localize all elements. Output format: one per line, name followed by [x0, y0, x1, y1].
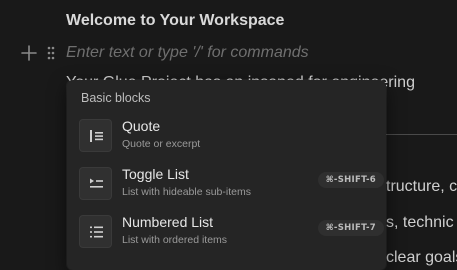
background-text-line: tructure, c	[386, 178, 457, 195]
menu-item-toggle-list[interactable]: Toggle List List with hideable sub-items…	[77, 164, 384, 208]
menu-item-label: Toggle List	[122, 166, 189, 182]
menu-item-quote[interactable]: Quote Quote or excerpt	[77, 116, 377, 160]
quote-icon	[79, 119, 112, 152]
background-text-line: s, technic	[386, 214, 454, 231]
menu-item-description: Quote or excerpt	[122, 138, 201, 150]
shortcut-badge: ⌘-SHIFT-7	[317, 220, 384, 236]
menu-item-description: List with hideable sub-items	[122, 186, 251, 198]
slash-command-menu: Basic blocks Quote Quote or excerpt Togg…	[67, 80, 386, 270]
block-handle	[20, 42, 56, 64]
numbered-list-icon	[79, 215, 112, 248]
toggle-list-icon	[79, 167, 112, 200]
menu-section-title: Basic blocks	[81, 91, 151, 105]
editor-input[interactable]	[66, 42, 457, 64]
menu-item-label: Numbered List	[122, 214, 214, 230]
plus-icon[interactable]	[20, 42, 38, 64]
drag-handle-icon[interactable]	[46, 42, 56, 64]
menu-item-numbered-list[interactable]: Numbered List List with ordered items ⌘-…	[77, 212, 384, 256]
menu-item-description: List with ordered items	[122, 234, 228, 246]
divider	[380, 134, 457, 135]
page-title: Welcome to Your Workspace	[66, 12, 285, 29]
background-text-line: clear goals	[386, 249, 457, 266]
menu-item-label: Quote	[122, 118, 161, 134]
shortcut-badge: ⌘-SHIFT-6	[317, 172, 384, 188]
